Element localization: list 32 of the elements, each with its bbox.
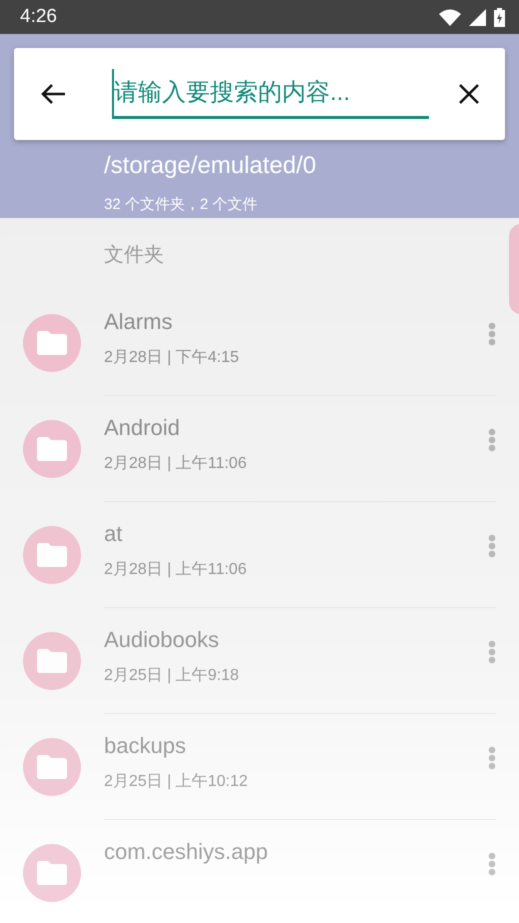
status-time: 4:26 [20,4,57,29]
folder-summary: 32 个文件夹，2 个文件 [104,195,258,215]
folder-icon [37,543,67,567]
folder-name[interactable]: com.ceshiys.app [104,838,488,866]
more-options-icon[interactable] [488,746,496,770]
folder-icon [37,755,67,779]
section-header: 文件夹 [103,243,165,268]
folder-name[interactable]: Audiobooks [104,626,488,654]
folder-date: 2月28日 | 上午11:06 [104,454,248,474]
wifi-icon [439,8,461,26]
more-options-icon[interactable] [488,322,496,346]
folder-date: 2月28日 | 下午4:15 [104,348,240,368]
more-options-icon[interactable] [488,428,496,452]
folder-icon [37,437,67,461]
folder-name[interactable]: Alarms [104,308,488,336]
more-options-icon[interactable] [488,534,496,558]
folder-date: 2月25日 | 上午10:12 [104,772,249,792]
more-options-icon[interactable] [488,640,496,664]
battery-icon [494,8,505,26]
more-options-icon[interactable] [488,852,496,876]
folder-date: 2月28日 | 上午11:06 [104,560,248,580]
folder-name[interactable]: Android [104,414,488,442]
signal-icon [469,8,486,26]
folder-icon [37,861,67,885]
back-arrow-icon[interactable] [40,83,66,105]
path-title: /storage/emulated/0 [104,151,318,181]
folder-name[interactable]: at [104,520,488,548]
folder-name[interactable]: backups [104,732,488,760]
close-icon[interactable] [459,84,479,104]
folder-icon [37,649,67,673]
folder-date: 2月25日 | 上午9:18 [104,666,240,686]
folder-icon [37,331,67,355]
